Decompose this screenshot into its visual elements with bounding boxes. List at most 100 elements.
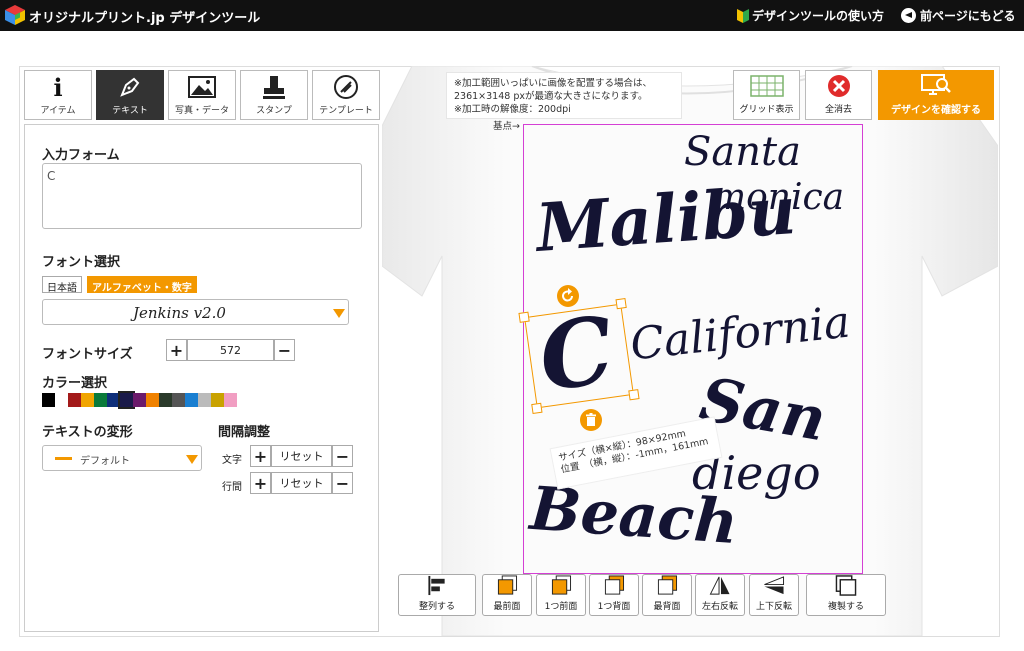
design-text-santa[interactable]: Santa xyxy=(684,132,801,172)
flip-vertical-button[interactable]: 上下反転 xyxy=(749,574,799,616)
font-select-value: Jenkins v2.0 xyxy=(133,304,226,322)
char-spacing-decrease-button[interactable]: − xyxy=(332,445,353,467)
beginner-leaf-icon xyxy=(737,8,749,23)
color-swatch[interactable] xyxy=(198,393,211,407)
tab-stamp[interactable]: スタンプ xyxy=(240,70,308,120)
line-spacing-decrease-button[interactable]: − xyxy=(332,472,353,494)
clear-label: 全消去 xyxy=(824,105,852,115)
flip-vertical-icon xyxy=(764,576,785,595)
font-size-label: フォントサイズ xyxy=(42,347,133,362)
bring-to-front-button[interactable]: 最前面 xyxy=(482,574,532,616)
tab-stamp-label: スタンプ xyxy=(256,106,292,116)
brand-title: オリジナルプリント.jp デザインツール xyxy=(29,11,261,26)
line-spacing-reset-button[interactable]: リセット xyxy=(271,472,332,494)
align-icon xyxy=(428,575,445,596)
color-swatch[interactable] xyxy=(146,393,159,407)
font-lang-alphabet-button[interactable]: アルファベット・数字 xyxy=(87,276,197,294)
confirm-design-button[interactable]: デザインを確認する xyxy=(878,70,994,120)
tab-photo-label: 写真・データ xyxy=(174,106,229,116)
bring-to-front-icon xyxy=(497,575,518,595)
flip-horizontal-label: 左右反転 xyxy=(701,602,738,612)
duplicate-label: 複製する xyxy=(827,602,864,612)
color-swatch[interactable] xyxy=(185,393,198,407)
line-spacing-label: 行間 xyxy=(222,482,242,493)
send-to-back-button[interactable]: 最背面 xyxy=(642,574,692,616)
monitor-search-icon xyxy=(921,74,951,95)
color-swatch[interactable] xyxy=(224,393,237,407)
duplicate-button[interactable]: 複製する xyxy=(806,574,886,616)
char-spacing-reset-button[interactable]: リセット xyxy=(271,445,332,467)
duplicate-icon xyxy=(835,575,857,596)
resize-handle[interactable] xyxy=(518,311,530,323)
template-icon xyxy=(333,71,359,103)
tab-photo[interactable]: 写真・データ xyxy=(168,70,236,120)
howto-label: デザインツールの使い方 xyxy=(752,9,885,23)
trash-icon[interactable] xyxy=(579,408,603,432)
grid-toggle-button[interactable]: グリッド表示 xyxy=(733,70,800,120)
stamp-icon xyxy=(261,71,287,103)
transform-line-icon xyxy=(55,457,72,460)
design-text-beach[interactable]: Beach xyxy=(528,474,740,558)
font-select[interactable]: Jenkins v2.0 xyxy=(42,299,349,325)
text-input[interactable]: C xyxy=(42,163,362,229)
tab-template[interactable]: テンプレート xyxy=(312,70,380,120)
font-lang-japanese-button[interactable]: 日本語 xyxy=(42,276,82,294)
note-line: 2361×3148 pxが最適な大きさになります。 xyxy=(454,91,648,102)
resize-handle[interactable] xyxy=(531,402,543,415)
image-icon xyxy=(188,71,216,103)
print-area-note: ※加工範囲いっぱいに画像を配置する場合は、 2361×3148 pxが最適な大き… xyxy=(446,72,682,119)
color-swatch[interactable] xyxy=(94,393,107,407)
design-text-malibu[interactable]: Malibu xyxy=(534,171,799,267)
tab-text[interactable]: テキスト xyxy=(96,70,164,120)
color-swatch[interactable] xyxy=(55,393,68,407)
send-backward-icon xyxy=(604,575,625,595)
char-spacing-increase-button[interactable]: + xyxy=(250,445,271,467)
color-swatch[interactable] xyxy=(42,393,55,407)
tab-item[interactable]: i アイテム xyxy=(24,70,92,120)
origin-label: 基点→ xyxy=(493,121,520,132)
pen-icon xyxy=(118,71,142,103)
text-transform-select[interactable]: デフォルト xyxy=(42,445,202,471)
tab-template-label: テンプレート xyxy=(319,106,373,116)
grid-label: グリッド表示 xyxy=(739,105,794,115)
send-backward-button[interactable]: 1つ背面 xyxy=(589,574,639,616)
color-swatch[interactable] xyxy=(159,393,172,407)
line-spacing-increase-button[interactable]: + xyxy=(250,472,271,494)
text-settings-panel: 入力フォーム C フォント選択 日本語 アルファベット・数字 Jenkins v… xyxy=(24,124,379,632)
rotate-icon[interactable] xyxy=(556,284,580,308)
color-swatch[interactable] xyxy=(133,393,146,407)
howto-link[interactable]: デザインツールの使い方 xyxy=(737,7,884,24)
flip-horizontal-button[interactable]: 左右反転 xyxy=(695,574,745,616)
bring-forward-button[interactable]: 1つ前面 xyxy=(536,574,586,616)
resize-handle[interactable] xyxy=(628,389,640,401)
note-line: ※加工範囲いっぱいに画像を配置する場合は、 xyxy=(454,78,652,89)
clear-all-button[interactable]: 全消去 xyxy=(805,70,872,120)
input-form-label: 入力フォーム xyxy=(42,148,120,163)
color-swatch[interactable] xyxy=(172,393,185,407)
chevron-down-icon xyxy=(333,309,345,318)
selection-box[interactable] xyxy=(518,297,640,415)
align-label: 整列する xyxy=(418,602,455,612)
font-size-increase-button[interactable]: + xyxy=(166,339,187,361)
confirm-label: デザインを確認する xyxy=(891,105,981,116)
color-swatches xyxy=(42,391,237,409)
grid-icon xyxy=(749,75,784,97)
color-swatch[interactable] xyxy=(118,391,135,409)
resize-handle[interactable] xyxy=(615,297,627,310)
font-size-value[interactable]: 572 xyxy=(187,339,274,361)
text-transform-label: テキストの変形 xyxy=(42,425,133,440)
color-swatch[interactable] xyxy=(107,393,120,407)
tab-text-label: テキスト xyxy=(112,106,148,116)
align-button[interactable]: 整列する xyxy=(398,574,476,616)
chevron-down-icon xyxy=(186,455,198,464)
send-backward-label: 1つ背面 xyxy=(597,602,631,612)
color-swatch[interactable] xyxy=(211,393,224,407)
back-arrow-icon xyxy=(901,8,916,23)
bring-forward-icon xyxy=(551,575,572,595)
back-link[interactable]: 前ページにもどる xyxy=(901,7,1016,24)
font-size-decrease-button[interactable]: − xyxy=(274,339,295,361)
color-swatch[interactable] xyxy=(81,393,94,407)
spacing-label: 間隔調整 xyxy=(218,425,271,440)
send-to-back-label: 最背面 xyxy=(653,602,681,612)
color-swatch[interactable] xyxy=(68,393,81,407)
